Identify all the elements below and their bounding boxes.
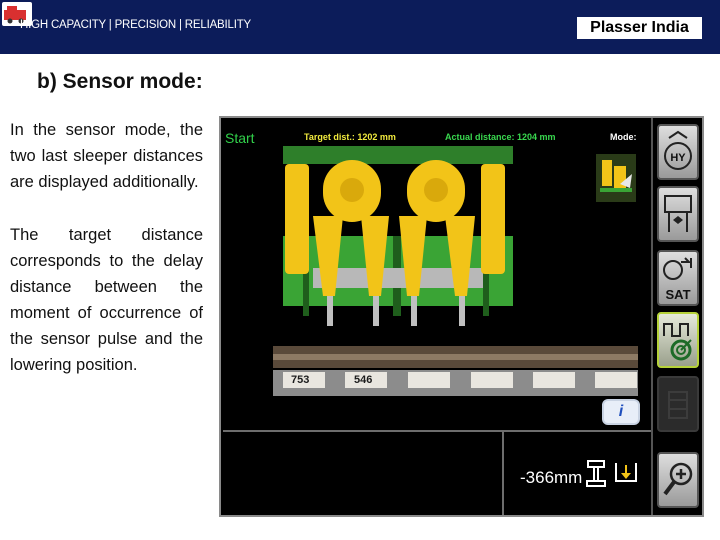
- rail-profile-icon: [585, 459, 607, 494]
- target-distance-label: Target dist.: 1202 mm: [304, 132, 396, 142]
- sat-label: SAT: [665, 287, 691, 302]
- sleeper-distance-1: 753: [291, 374, 310, 386]
- divider-vertical: [502, 432, 504, 515]
- paragraph-target-distance: The target distance corresponds to the d…: [10, 226, 203, 374]
- divider-horizontal: [223, 430, 653, 432]
- zoom-in-icon: [663, 462, 693, 496]
- sensor-pulse-icon: [663, 323, 692, 361]
- zoom-in-button[interactable]: [657, 452, 699, 508]
- disabled-grid-icon: [668, 391, 688, 419]
- sleeper-distance-2: 546: [354, 374, 373, 386]
- sat-mode-icon: [663, 257, 692, 280]
- paragraph-sensor-mode: In the sensor mode, the two last sleeper…: [10, 121, 203, 191]
- lowering-position-icon: [614, 461, 638, 492]
- mode-label: Mode:: [610, 132, 637, 142]
- hy-tamping-icon: HY: [664, 130, 692, 170]
- disabled-button: [657, 376, 699, 432]
- start-label: Start: [225, 130, 255, 146]
- hy-tamping-button[interactable]: HY: [657, 124, 699, 180]
- sensor-mode-button[interactable]: [657, 312, 699, 368]
- sat-mode-button[interactable]: SAT: [657, 250, 699, 306]
- svg-text:HY: HY: [670, 152, 686, 164]
- mode-indicator-icon: [596, 154, 636, 202]
- tamping-unit-button[interactable]: [657, 186, 699, 242]
- toolbar-separator: [651, 118, 653, 515]
- info-button[interactable]: i: [602, 399, 640, 425]
- brand-logo: Plasser India: [577, 17, 702, 39]
- slide-header: HIGH CAPACITY | PRECISION | RELIABILITY …: [0, 0, 720, 54]
- machine-display-screen: Start Target dist.: 1202 mm Actual dista…: [219, 116, 704, 517]
- sleeper-ruler: [273, 346, 638, 396]
- header-tagline: HIGH CAPACITY | PRECISION | RELIABILITY: [20, 19, 251, 31]
- tamping-unit-icon: [664, 195, 692, 232]
- tamping-unit-image: [283, 146, 513, 347]
- offset-reading: -366mm: [520, 468, 583, 487]
- slide-title: b) Sensor mode:: [37, 70, 203, 93]
- actual-distance-label: Actual distance: 1204 mm: [445, 132, 556, 142]
